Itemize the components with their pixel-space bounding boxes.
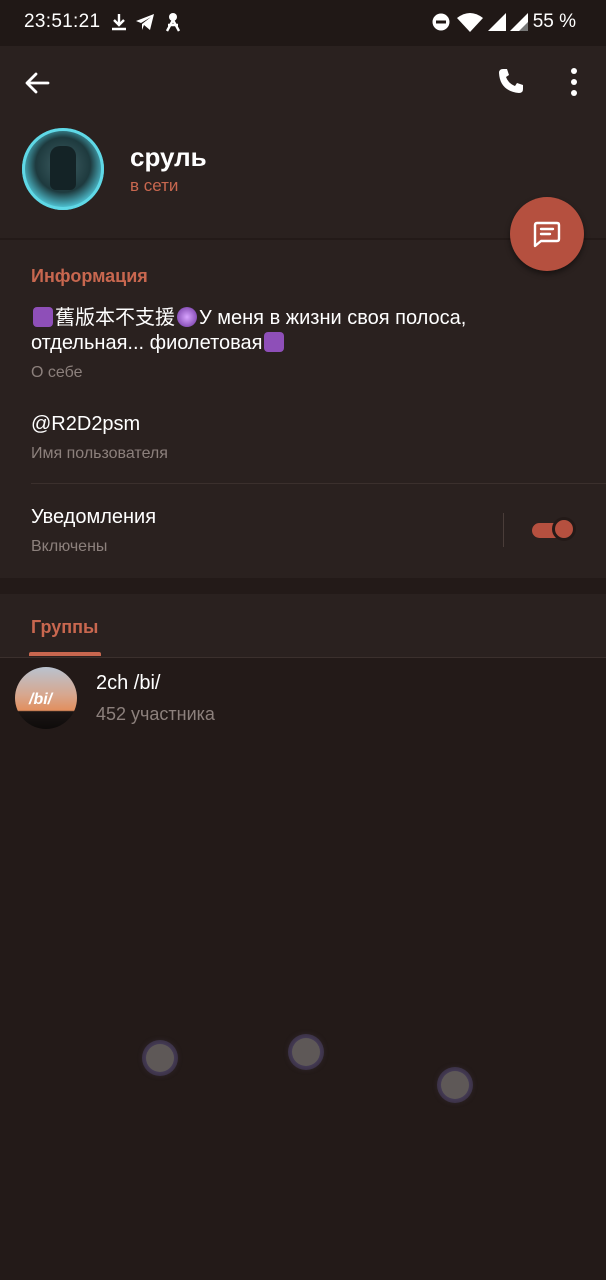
signal-icon xyxy=(510,13,528,31)
list-item[interactable]: /bi/ 2ch /bi/ 452 участника xyxy=(0,660,606,740)
status-bar: 23:51:21 55 % xyxy=(0,0,606,46)
online-status: в сети xyxy=(130,176,179,195)
touch-indicator xyxy=(146,1044,174,1072)
status-time: 23:51:21 xyxy=(24,11,101,32)
info-section: Информация 舊版本不支援 У меня в жизни своя пол… xyxy=(0,240,606,578)
tab-groups[interactable]: Группы xyxy=(31,617,98,638)
battery-level: 55 % xyxy=(532,11,576,32)
notifications-toggle[interactable] xyxy=(532,516,578,544)
profile-header: сруль в сети xyxy=(0,46,606,238)
section-title-info: Информация xyxy=(31,266,148,286)
telegram-icon xyxy=(136,14,154,30)
dnd-icon xyxy=(432,13,450,31)
group-name: 2ch /bi/ xyxy=(96,672,161,694)
wifi-icon xyxy=(457,13,483,32)
download-icon xyxy=(112,14,126,31)
group-avatar-text: /bi/ xyxy=(29,691,53,708)
group-avatar: /bi/ xyxy=(15,667,77,729)
profile-avatar[interactable] xyxy=(22,128,104,210)
tab-indicator xyxy=(29,652,101,656)
phone-icon[interactable] xyxy=(496,66,526,96)
group-members: 452 участника xyxy=(96,704,215,724)
message-icon xyxy=(533,221,561,248)
profile-name: сруль xyxy=(130,142,207,172)
notifications-label[interactable]: Уведомления xyxy=(31,506,156,529)
touch-indicator xyxy=(441,1071,469,1099)
crystal-ball-emoji-icon xyxy=(177,307,197,327)
username-value[interactable]: @R2D2psm xyxy=(31,413,140,436)
bio-text[interactable]: 舊版本不支援 У меня в жизни своя полоса, отдель… xyxy=(31,306,571,356)
send-message-button[interactable] xyxy=(510,197,584,271)
touch-indicator xyxy=(292,1038,320,1066)
bio-label: О себе xyxy=(31,364,83,381)
om-emoji-icon xyxy=(33,307,53,327)
username-label: Имя пользователя xyxy=(31,445,168,462)
notifications-state: Включены xyxy=(31,538,108,555)
more-vert-icon[interactable] xyxy=(564,66,584,98)
divider xyxy=(503,513,504,547)
divider xyxy=(31,483,606,484)
groups-tab-bar: Группы xyxy=(0,594,606,658)
divider xyxy=(0,657,606,658)
signal-icon xyxy=(488,13,506,31)
back-arrow-icon[interactable] xyxy=(22,68,52,98)
app-icon xyxy=(165,13,181,32)
yin-yang-emoji-icon xyxy=(264,332,285,352)
